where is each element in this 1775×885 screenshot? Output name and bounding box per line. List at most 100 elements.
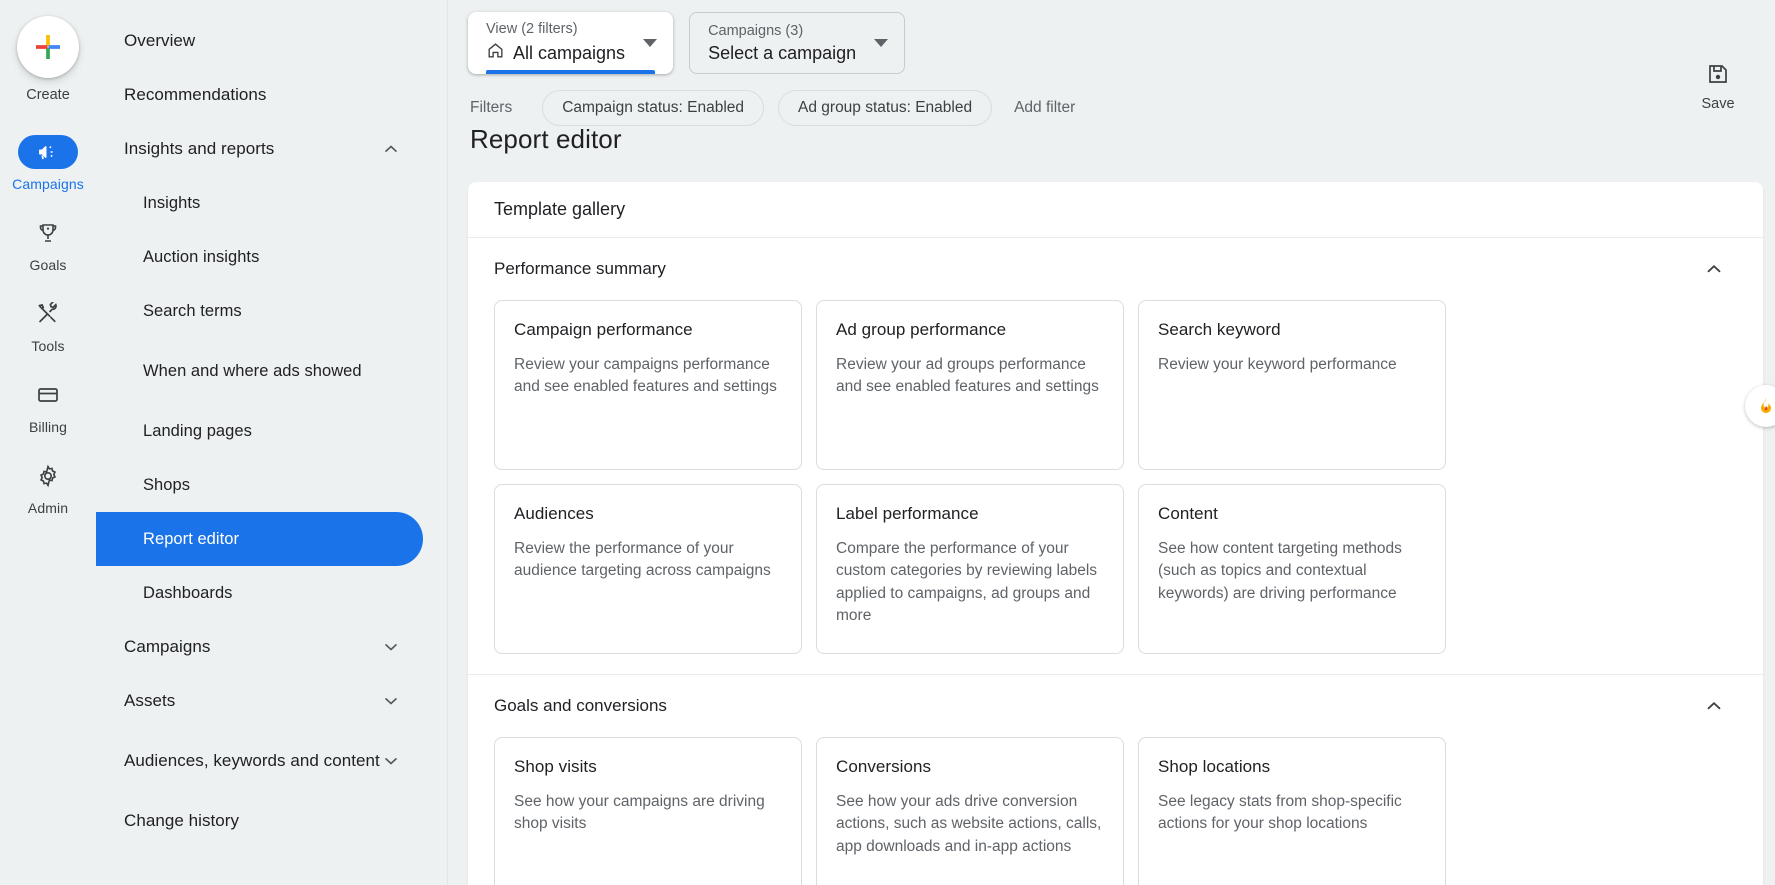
template-card-title: Shop visits	[514, 757, 782, 777]
chevron-up-icon	[381, 139, 401, 159]
sidebar-item-label: Search terms	[143, 301, 242, 322]
template-card-title: Audiences	[514, 504, 782, 524]
sidebar-item-auction-insights[interactable]: Auction insights	[96, 230, 423, 284]
sidebar-item-label: Dashboards	[143, 583, 232, 604]
rail-label-goals: Goals	[29, 257, 66, 273]
sidebar-item-recommendations[interactable]: Recommendations	[96, 68, 423, 122]
rail-label-admin: Admin	[28, 500, 68, 516]
icon-rail: Create Campaigns Goals	[0, 0, 96, 885]
selector-row: View (2 filters) All campaigns Campaigns…	[448, 12, 1775, 74]
rail-item-billing[interactable]: Billing	[4, 378, 92, 435]
sidebar-item-label: Campaigns	[124, 636, 210, 657]
section-title: Performance summary	[494, 259, 666, 279]
campaign-selector[interactable]: Campaigns (3) Select a campaign	[689, 12, 905, 74]
sidebar-item-search-terms[interactable]: Search terms	[96, 284, 423, 338]
filter-chip-campaign-status[interactable]: Campaign status: Enabled	[542, 90, 764, 126]
sidebar-item-report-editor[interactable]: Report editor	[96, 512, 423, 566]
app-root: Create Campaigns Goals	[0, 0, 1775, 885]
template-card-title: Shop locations	[1158, 757, 1426, 777]
sidebar-item-landing-pages[interactable]: Landing pages	[96, 404, 423, 458]
sidebar-item-when-and-where-ads-showed[interactable]: When and where ads showed	[96, 338, 423, 404]
rail-item-campaigns[interactable]: Campaigns	[4, 135, 92, 192]
sidebar-item-assets[interactable]: Assets	[96, 674, 423, 728]
template-card-description: Compare the performance of your custom c…	[836, 538, 1104, 628]
template-card[interactable]: Audiences Review the performance of your …	[494, 484, 802, 654]
template-card[interactable]: Conversions See how your ads drive conver…	[816, 737, 1124, 885]
sidebar-item-label: Auction insights	[143, 247, 259, 268]
sidebar-item-label: Landing pages	[143, 421, 252, 442]
campaign-selector-value: Select a campaign	[708, 43, 856, 65]
template-card-description: See how content targeting methods (such …	[1158, 538, 1426, 605]
filters-label: Filters	[470, 99, 512, 117]
campaign-selector-label: Campaigns (3)	[708, 23, 856, 40]
template-sections: Performance summary Campaign performance R…	[468, 238, 1763, 885]
sidebar-item-insights-and-reports[interactable]: Insights and reports	[96, 122, 423, 176]
save-label: Save	[1701, 96, 1734, 112]
template-card-description: Review your campaigns performance and se…	[514, 354, 782, 399]
template-card[interactable]: Search keywordReview your keyword perfor…	[1138, 300, 1446, 470]
view-selector-value: All campaigns	[513, 43, 625, 65]
sidebar-item-change-history[interactable]: Change history	[96, 794, 423, 848]
sidebar-item-shops[interactable]: Shops	[96, 458, 423, 512]
template-section: Goals and conversions Shop visits See how …	[468, 675, 1763, 885]
add-filter-button[interactable]: Add filter	[1006, 99, 1083, 117]
save-button[interactable]: Save	[1683, 62, 1753, 112]
section-header-toggle[interactable]: Goals and conversions	[494, 675, 1737, 737]
chevron-down-icon	[874, 39, 888, 47]
template-card-description: See how your campaigns are driving shop …	[514, 791, 782, 836]
template-card[interactable]: Campaign performance Review your campaign…	[494, 300, 802, 470]
plus-icon	[17, 16, 79, 78]
trophy-icon	[18, 216, 78, 250]
template-card[interactable]: Label performance Compare the performance…	[816, 484, 1124, 654]
rail-item-tools[interactable]: Tools	[4, 297, 92, 354]
rail-item-admin[interactable]: Admin	[4, 459, 92, 516]
credit-card-icon	[18, 378, 78, 412]
chevron-down-icon	[643, 39, 657, 47]
template-card-title: Ad group performance	[836, 320, 1104, 340]
chevron-down-icon	[381, 751, 401, 771]
chevron-up-icon	[1703, 695, 1725, 717]
template-card-title: Label performance	[836, 504, 1104, 524]
template-card[interactable]: Shop locations See legacy stats from shop…	[1138, 737, 1446, 885]
sidebar-item-label: Insights	[143, 193, 200, 214]
template-card-title: Conversions	[836, 757, 1104, 777]
template-card[interactable]: Shop visits See how your campaigns are dr…	[494, 737, 802, 885]
template-card-description: See how your ads drive conversion action…	[836, 791, 1104, 858]
template-gallery-panel: Template gallery Performance summary Camp…	[468, 182, 1763, 885]
gallery-header: Template gallery	[468, 182, 1763, 238]
template-card-grid: Shop visits See how your campaigns are dr…	[494, 737, 1737, 885]
template-card-title: Campaign performance	[514, 320, 782, 340]
view-selector[interactable]: View (2 filters) All campaigns	[468, 12, 673, 74]
filters-row: Filters Campaign status: Enabled Ad grou…	[448, 90, 1775, 126]
section-header-toggle[interactable]: Performance summary	[494, 238, 1737, 300]
template-card-description: Review your ad groups performance and se…	[836, 354, 1104, 399]
sidebar-item-label: Change history	[124, 810, 239, 831]
sidebar-item-insights[interactable]: Insights	[96, 176, 423, 230]
main-region: View (2 filters) All campaigns Campaigns…	[448, 0, 1775, 885]
sidebar-item-overview[interactable]: Overview	[96, 14, 423, 68]
sidebar-item-audiences-keywords-and-content[interactable]: Audiences, keywords and content	[96, 728, 423, 794]
section-title: Goals and conversions	[494, 696, 667, 716]
template-section: Performance summary Campaign performance R…	[468, 238, 1763, 675]
gear-icon	[18, 459, 78, 493]
sidebar-item-label: When and where ads showed	[143, 361, 362, 382]
sidebar-item-label: Assets	[124, 690, 175, 711]
template-card[interactable]: Ad group performance Review your ad group…	[816, 300, 1124, 470]
sidebar-item-label: Report editor	[143, 529, 239, 550]
template-card-description: Review the performance of your audience …	[514, 538, 782, 583]
chevron-down-icon	[381, 691, 401, 711]
sidebar-item-dashboards[interactable]: Dashboards	[96, 566, 423, 620]
create-button[interactable]: Create	[17, 16, 79, 103]
sidebar-item-label: Shops	[143, 475, 190, 496]
create-label: Create	[26, 87, 70, 103]
template-card-description: See legacy stats from shop-specific acti…	[1158, 791, 1426, 836]
template-card[interactable]: ContentSee how content targeting methods…	[1138, 484, 1446, 654]
sidebar-item-label: Insights and reports	[124, 138, 274, 159]
sidebar-item-label: Audiences, keywords and content	[124, 750, 380, 771]
filter-chip-ad-group-status[interactable]: Ad group status: Enabled	[778, 90, 992, 126]
rail-item-goals[interactable]: Goals	[4, 216, 92, 273]
sidebar-item-label: Overview	[124, 30, 195, 51]
sidebar-item-campaigns[interactable]: Campaigns	[96, 620, 423, 674]
rail-label-tools: Tools	[31, 338, 64, 354]
top-toolbar: View (2 filters) All campaigns Campaigns…	[448, 0, 1775, 140]
